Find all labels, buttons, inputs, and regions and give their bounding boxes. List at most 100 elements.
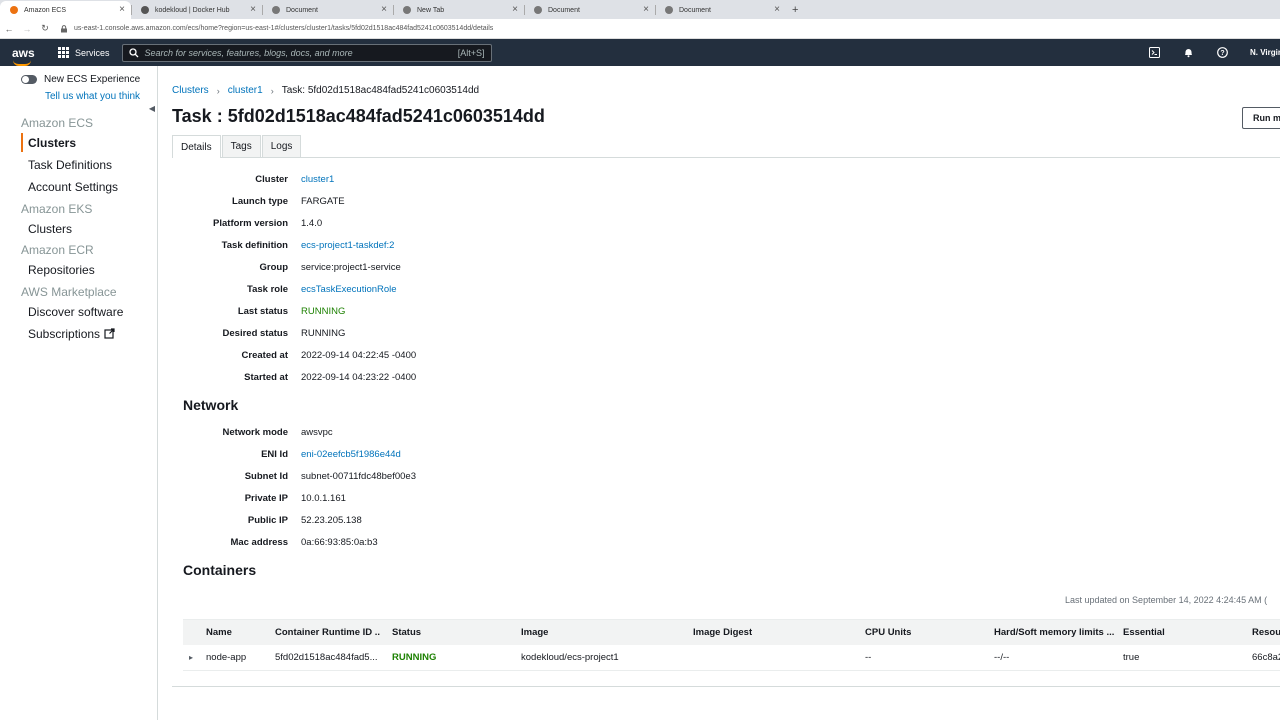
url-text: us-east-1.console.aws.amazon.com/ecs/hom… [74,25,494,32]
breadcrumb-cluster1[interactable]: cluster1 [228,85,263,96]
sidebar-item-subscriptions[interactable]: Subscriptions [28,327,115,341]
column-header[interactable]: CPU Units [865,627,911,638]
column-header[interactable]: Status [392,627,421,638]
close-tab-icon[interactable]: × [512,4,518,15]
task-definition-link[interactable]: ecs-project1-taskdef:2 [301,240,394,251]
table-header: Name Container Runtime ID ... Status Ima… [183,619,1280,645]
breadcrumb-clusters[interactable]: Clusters [172,85,209,96]
search-icon [128,47,138,57]
browser-tab-title: Document [679,6,711,14]
collapse-sidebar-icon[interactable]: ◀ [146,100,158,116]
bell-icon[interactable] [1182,47,1194,59]
new-tab-icon[interactable]: + [792,4,798,16]
column-header[interactable]: Image [521,627,548,638]
external-link-icon [104,328,115,339]
subscriptions-label: Subscriptions [28,327,101,341]
sidebar-item-eks-clusters[interactable]: Clusters [28,222,72,236]
favicon-icon [665,6,673,14]
browser-tab[interactable]: kodekloud | Docker Hub × [131,1,262,19]
network-value: 10.0.1.161 [301,493,346,504]
container-cpu-units: -- [865,652,872,663]
new-experience-toggle[interactable]: New ECS Experience [21,74,140,85]
column-header[interactable]: Container Runtime ID ... [275,627,380,638]
network-row-mac: Mac address 0a:66:93:85:0a:b3 [158,537,378,548]
reload-icon[interactable]: ↻ [36,23,54,34]
browser-tab-title: Document [548,6,580,14]
browser-tab[interactable]: Document × [262,1,393,19]
container-essential: true [1123,652,1140,663]
close-tab-icon[interactable]: × [774,4,780,15]
column-header[interactable]: Resou [1252,627,1280,638]
network-key: Network mode [222,427,288,438]
expand-row-icon[interactable]: ▸ [189,653,193,662]
header-actions: ? N. Virginia [1148,47,1280,59]
tab-tags[interactable]: Tags [221,135,261,157]
chevron-right-icon: › [270,85,274,96]
sidebar-item-task-definitions[interactable]: Task Definitions [28,158,112,172]
table-row[interactable]: ▸ node-app 5fd02d1518ac484fad5... RUNNIN… [183,645,1280,671]
detail-key: Desired status [222,328,288,339]
column-header[interactable]: Hard/Soft memory limits ... [994,627,1116,638]
container-name: node-app [206,652,247,663]
sidebar-item-clusters[interactable]: Clusters [28,136,76,150]
detail-row-cluster: Cluster cluster1 [158,174,334,185]
browser-tab[interactable]: Amazon ECS × [0,1,131,19]
sidebar-item-account-settings[interactable]: Account Settings [28,180,118,194]
close-tab-icon[interactable]: × [643,4,649,15]
sidebar-item-repositories[interactable]: Repositories [28,263,95,277]
container-runtime-id: 5fd02d1518ac484fad5... [275,652,378,663]
close-tab-icon[interactable]: × [381,4,387,15]
feedback-link[interactable]: Tell us what you think [45,91,140,102]
table-footer-divider [172,686,1280,687]
detail-key: Launch type [232,196,288,207]
column-header[interactable]: Essential [1123,627,1165,638]
detail-key: Platform version [213,218,288,229]
forward-icon[interactable]: → [18,24,36,34]
run-more-button[interactable]: Run more like this [1242,107,1280,129]
toggle-label: New ECS Experience [44,74,141,85]
container-memory-limits: --/-- [994,652,1010,663]
detail-value: 2022-09-14 04:22:45 -0400 [301,350,417,361]
detail-value: 2022-09-14 04:23:22 -0400 [301,372,417,383]
detail-key: Task role [246,284,288,295]
toggle-switch-icon[interactable] [21,75,37,84]
aws-logo[interactable]: aws [12,46,38,66]
container-resource: 66c8a2 [1252,652,1280,663]
close-tab-icon[interactable]: × [119,4,125,15]
tab-logs[interactable]: Logs [261,135,302,157]
task-role-link[interactable]: ecsTaskExecutionRole [301,284,397,295]
detail-key: Cluster [255,174,288,185]
sidebar-item-discover-software[interactable]: Discover software [28,305,123,319]
help-icon[interactable]: ? [1216,47,1228,59]
close-tab-icon[interactable]: × [250,4,256,15]
favicon-icon [534,6,542,14]
network-value: 52.23.205.138 [301,515,362,526]
tab-details[interactable]: Details [172,135,221,158]
network-row-subnet: Subnet Id subnet-00711fdc48bef00e3 [158,471,416,482]
search-placeholder: Search for services, features, blogs, do… [144,47,353,58]
browser-tab[interactable]: Document × [524,1,655,19]
column-header[interactable]: Name [206,627,232,638]
column-header[interactable]: Image Digest [693,627,752,638]
back-icon[interactable]: ← [0,24,18,34]
detail-row-last-status: Last status RUNNING [158,306,346,317]
browser-tab-bar: Amazon ECS × kodekloud | Docker Hub × Docume… [0,0,1280,19]
detail-value: FARGATE [301,196,345,207]
region-selector[interactable]: N. Virginia [1250,48,1280,57]
last-updated-text: Last updated on September 14, 2022 4:24:… [1065,595,1268,605]
cloudshell-icon[interactable] [1148,47,1160,59]
detail-key: Last status [237,306,288,317]
run-more-label: Run more like this [1253,113,1280,123]
browser-tab[interactable]: Document × [655,1,786,19]
url-field[interactable]: us-east-1.console.aws.amazon.com/ecs/hom… [60,24,494,33]
eni-link[interactable]: eni-02eefcb5f1986e44d [301,449,401,460]
breadcrumb-current: Task: 5fd02d1518ac484fad5241c0603514dd [281,85,480,96]
cluster-link[interactable]: cluster1 [301,174,334,185]
detail-value: service:project1-service [301,262,401,273]
lock-icon [61,24,67,32]
services-menu-button[interactable]: Services [58,47,110,58]
browser-tab[interactable]: New Tab × [393,1,524,19]
network-value: 0a:66:93:85:0a:b3 [301,537,378,548]
detail-row-task-definition: Task definition ecs-project1-taskdef:2 [158,240,395,251]
search-input[interactable]: Search for services, features, blogs, do… [121,43,492,62]
